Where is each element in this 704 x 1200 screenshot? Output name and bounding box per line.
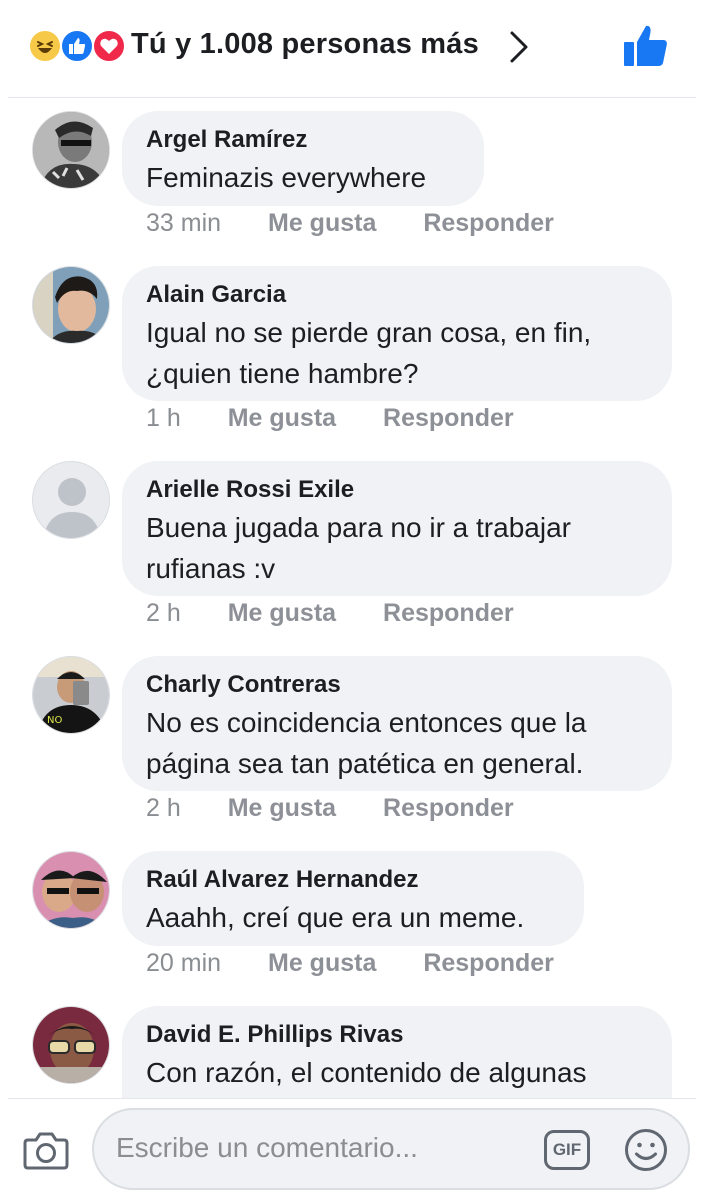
reply-button[interactable]: Responder	[383, 599, 514, 628]
reactions-summary[interactable]: Tú y 1.008 personas más	[131, 28, 479, 61]
comment-time: 20 min	[146, 949, 222, 977]
comment-actions: 2 h Me gusta Responder	[146, 794, 554, 830]
camera-icon[interactable]	[22, 1126, 70, 1174]
avatar[interactable]	[32, 851, 110, 929]
comment-time: 1 h	[146, 404, 181, 432]
comment-bubble[interactable]: David E. Phillips Rivas Con razón, el co…	[122, 1006, 672, 1098]
comment-text: Igual no se pierde gran cosa, en fin, ¿q…	[146, 317, 592, 389]
reply-button[interactable]: Responder	[423, 949, 554, 978]
avatar[interactable]	[32, 111, 110, 189]
comment-bubble[interactable]: Alain Garcia Igual no se pierde gran cos…	[122, 266, 672, 401]
avatar[interactable]	[32, 266, 110, 344]
comment-text: No es coincidencia entonces que la págin…	[146, 707, 587, 779]
reply-button[interactable]: Responder	[383, 404, 514, 433]
like-comment-button[interactable]: Me gusta	[268, 949, 376, 978]
avatar[interactable]: NO	[32, 656, 110, 734]
comment-author[interactable]: Raúl Alvarez Hernandez	[146, 865, 560, 895]
like-comment-button[interactable]: Me gusta	[228, 599, 336, 628]
comment-bubble[interactable]: Raúl Alvarez Hernandez Aaahh, creí que e…	[122, 851, 584, 946]
comment-time: 33 min	[146, 209, 222, 237]
reply-button[interactable]: Responder	[423, 209, 554, 238]
comment-input-placeholder[interactable]: Escribe un comentario...	[116, 1132, 418, 1164]
reply-button[interactable]: Responder	[383, 794, 514, 823]
gif-button[interactable]: GIF	[544, 1130, 590, 1170]
comment-actions: 20 min Me gusta Responder	[146, 949, 594, 985]
comment-time: 2 h	[146, 794, 181, 822]
comment-input[interactable]: Escribe un comentario... GIF	[92, 1108, 690, 1190]
reaction-icons	[28, 29, 126, 63]
avatar[interactable]	[32, 1006, 110, 1084]
comment-bubble[interactable]: Argel Ramírez Feminazis everywhere	[122, 111, 484, 206]
comment-bubble[interactable]: Arielle Rossi Exile Buena jugada para no…	[122, 461, 672, 596]
comment-author[interactable]: Charly Contreras	[146, 670, 648, 700]
like-comment-button[interactable]: Me gusta	[228, 404, 336, 433]
comment-text: Buena jugada para no ir a trabajar rufia…	[146, 512, 571, 584]
comment-actions: 33 min Me gusta Responder	[146, 209, 594, 245]
comment-bubble[interactable]: Charly Contreras No es coincidencia ento…	[122, 656, 672, 791]
header-divider	[8, 97, 696, 98]
comment-text: Con razón, el contenido de algunas	[146, 1057, 587, 1088]
like-comment-button[interactable]: Me gusta	[228, 794, 336, 823]
avatar[interactable]	[32, 461, 110, 539]
svg-text:NO: NO	[47, 715, 62, 726]
comment-author[interactable]: Arielle Rossi Exile	[146, 475, 648, 505]
comment-actions: 2 h Me gusta Responder	[146, 599, 554, 635]
comment-actions: 1 h Me gusta Responder	[146, 404, 554, 440]
reactions-header[interactable]: Tú y 1.008 personas más	[0, 0, 704, 96]
composer-divider	[8, 1098, 696, 1099]
chevron-right-icon[interactable]	[508, 30, 530, 64]
like-button-icon[interactable]	[622, 24, 668, 68]
like-comment-button[interactable]: Me gusta	[268, 209, 376, 238]
comment-text: Feminazis everywhere	[146, 162, 427, 193]
haha-icon	[28, 29, 62, 63]
comment-time: 2 h	[146, 599, 181, 627]
emoji-icon[interactable]	[624, 1128, 668, 1172]
like-icon	[60, 29, 94, 63]
comment-text: Aaahh, creí que era un meme.	[146, 902, 525, 933]
comment-author[interactable]: Alain Garcia	[146, 280, 648, 310]
love-icon	[92, 29, 126, 63]
comment-author[interactable]: David E. Phillips Rivas	[146, 1020, 648, 1050]
comment-item: David E. Phillips Rivas Con razón, el co…	[0, 1006, 704, 1098]
comment-author[interactable]: Argel Ramírez	[146, 125, 460, 155]
